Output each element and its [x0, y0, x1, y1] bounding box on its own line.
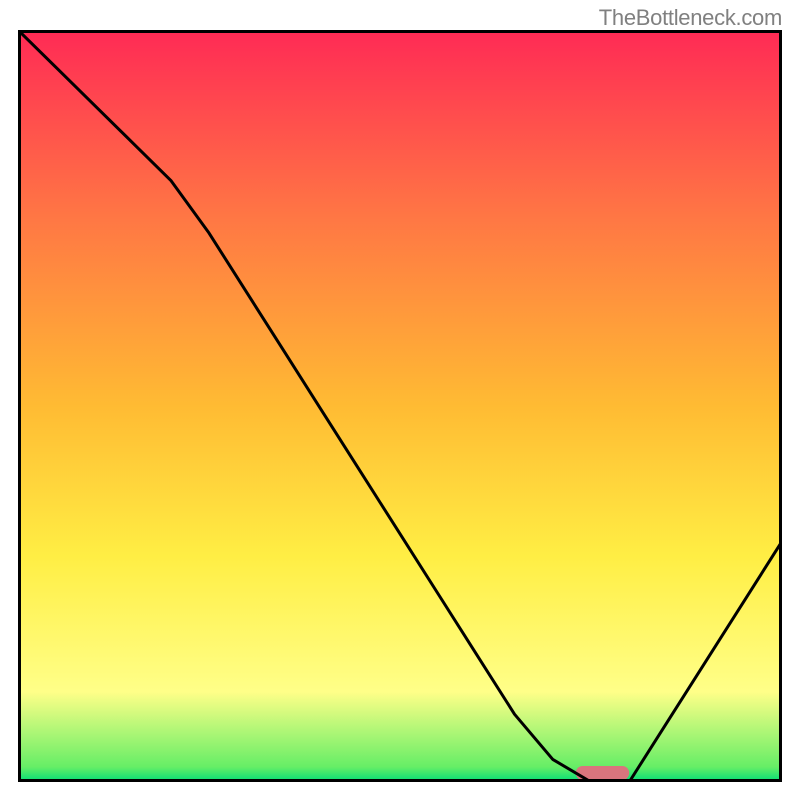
- plot-area: [18, 30, 782, 782]
- watermark-text: TheBottleneck.com: [599, 5, 782, 31]
- chart-frame: TheBottleneck.com: [0, 0, 800, 800]
- chart-svg: [18, 30, 782, 782]
